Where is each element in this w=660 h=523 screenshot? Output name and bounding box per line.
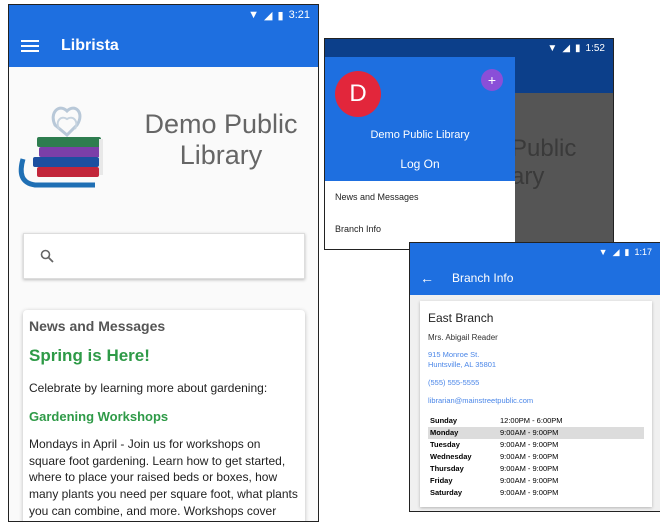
hours-row: Monday 9:00AM - 9:00PM [428,426,644,439]
menu-item-branch-info[interactable]: Branch Info [325,213,515,245]
background-library-name: Public ary [511,135,577,190]
status-time: 1:17 [634,247,652,257]
app-bar: ← Branch Info [410,261,660,295]
wifi-icon: ▼ [598,247,608,257]
menu-item-news[interactable]: News and Messages [325,181,515,213]
drawer-library-name: Demo Public Library [370,129,470,141]
search-icon[interactable] [40,249,54,263]
hours-row: Sunday 12:00PM - 6:00PM [430,416,563,425]
app-title: Librista [61,37,119,54]
branch-name: East Branch [428,311,494,325]
navigation-drawer: D + Demo Public Library Log On News and … [325,57,515,249]
status-time: 1:52 [585,42,605,54]
news-intro: Celebrate by learning more about gardeni… [29,381,268,395]
signal-icon: ◢ [264,9,273,22]
hero: Demo Public Library [9,67,318,239]
hours-row: Tuesday 9:00AM - 9:00PM [430,440,559,449]
battery-icon: ▮ [277,9,284,22]
branch-info-screen: ▼ ◢ ▮ 1:17 ← Branch Info East Branch Mrs… [409,242,660,512]
branch-card: East Branch Mrs. Abigail Reader 915 Monr… [420,301,652,507]
library-name: Demo Public Library [144,109,298,171]
library-logo [18,106,103,188]
news-subtitle: Gardening Workshops [29,408,169,424]
news-card: News and Messages Spring is Here! Celebr… [23,310,305,521]
drawer-screen: ▼ ◢ ▮ 1:52 Public ary D + Demo Public Li… [324,38,614,250]
search-input[interactable] [23,233,305,279]
wifi-icon: ▼ [547,42,558,54]
news-heading: News and Messages [29,318,166,334]
hours-row: Thursday 9:00AM - 9:00PM [430,464,559,473]
signal-icon: ◢ [562,42,571,54]
news-title: Spring is Here! [29,346,150,365]
status-time: 3:21 [288,9,310,21]
arrow-left-icon[interactable]: ← [420,270,434,286]
hours-row: Wednesday 9:00AM - 9:00PM [430,452,559,461]
app-bar: Librista [9,25,318,67]
hours-table: Sunday 12:00PM - 6:00PM Monday 9:00AM - 9:… [428,415,644,499]
signal-icon: ◢ [612,246,620,257]
branch-contact: Mrs. Abigail Reader [428,333,498,342]
status-bar: ▼ ◢ ▮ 1:17 [410,243,660,261]
drawer-header: D + Demo Public Library Log On [325,57,515,181]
wifi-icon: ▼ [248,9,260,21]
avatar[interactable]: D [335,71,381,117]
news-body: Mondays in April - Join us for workshops… [29,436,298,521]
hamburger-icon[interactable] [21,37,39,55]
plus-icon[interactable]: + [481,69,503,91]
battery-icon: ▮ [575,42,581,54]
branch-address[interactable]: 915 Monroe St. Huntsville, AL 35801 [428,350,644,370]
log-on-button[interactable]: Log On [325,157,515,171]
branch-email[interactable]: librarian@mainstreetpublic.com [428,396,644,406]
status-bar: ▼ ◢ ▮ 3:21 [9,5,318,25]
hours-row: Friday 9:00AM - 9:00PM [430,476,559,485]
main-screen: ▼ ◢ ▮ 3:21 Librista Demo Public Library … [8,4,319,522]
branch-phone[interactable]: (555) 555-5555 [428,378,644,388]
hours-row: Saturday 9:00AM - 9:00PM [430,488,559,497]
page-title: Branch Info [452,271,514,285]
battery-icon: ▮ [624,246,630,257]
status-bar: ▼ ◢ ▮ 1:52 [325,39,613,57]
